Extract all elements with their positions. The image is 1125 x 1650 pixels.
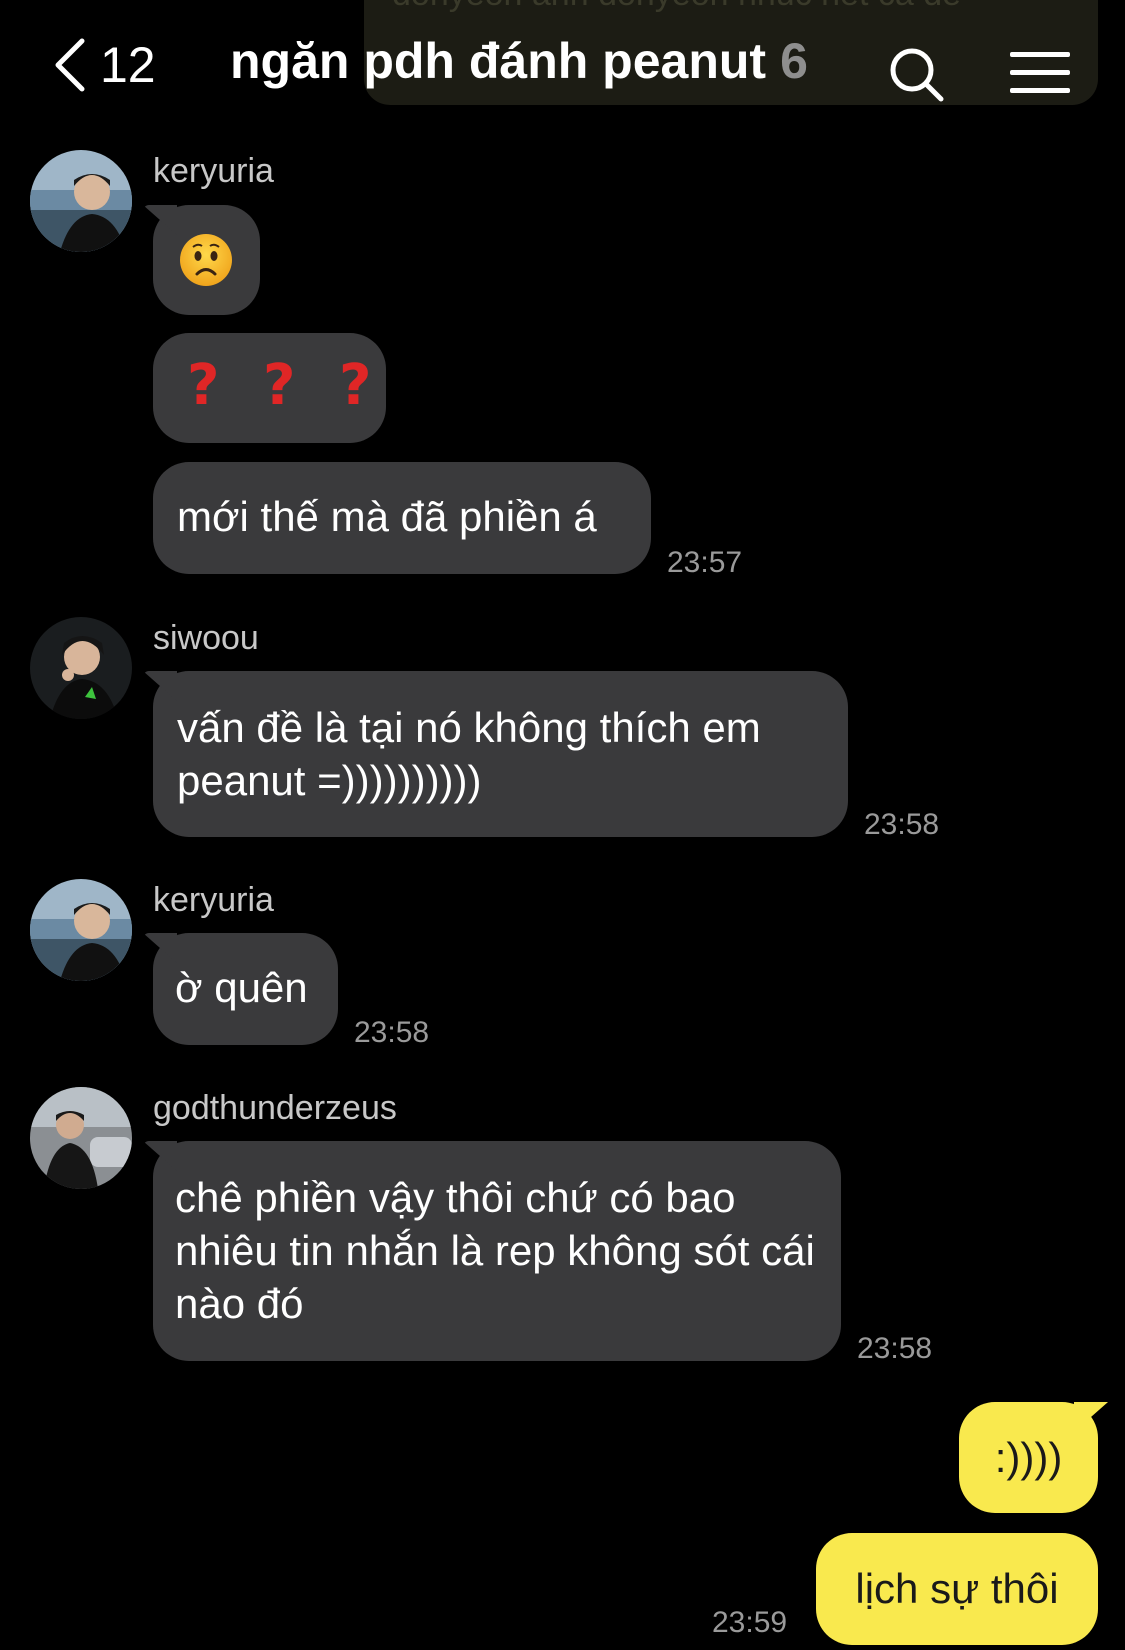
message-bubble[interactable]: ? ? ? [153, 333, 386, 443]
question-marks-text: ? ? ? [187, 353, 384, 418]
message-bubble[interactable]: mới thế mà đã phiền á [153, 462, 651, 574]
sender-name: keryuria [153, 881, 274, 919]
message-text: ờ quên [175, 964, 308, 1011]
timestamp: 23:59 [712, 1606, 788, 1639]
own-message-bubble[interactable]: lịch sự thôi [816, 1533, 1098, 1645]
back-button[interactable]: 12 [52, 30, 156, 100]
avatar-godthunderzeus[interactable] [30, 1087, 132, 1189]
menu-icon[interactable] [1008, 48, 1072, 98]
member-count: 6 [780, 33, 808, 89]
sender-name: godthunderzeus [153, 1089, 397, 1127]
own-message-bubble[interactable]: :)))) [959, 1402, 1098, 1513]
avatar-keryuria[interactable] [30, 150, 132, 252]
sender-name: siwoou [153, 619, 259, 657]
chat-title[interactable]: ngăn pdh đánh peanut 6 [230, 32, 808, 90]
message-bubble[interactable]: vấn đề là tại nó không thích em peanut =… [153, 671, 848, 837]
message-text: chê phiền vậy thôi chứ có bao nhiêu tin … [175, 1174, 815, 1327]
timestamp: 23:58 [857, 1332, 933, 1365]
message-text: :)))) [994, 1434, 1063, 1481]
message-bubble[interactable]: chê phiền vậy thôi chứ có bao nhiêu tin … [153, 1141, 841, 1361]
pinned-notice-text: donyeon anh donyeon nhuc net cả đế [392, 0, 961, 13]
timestamp: 23:58 [864, 808, 940, 841]
sender-name: keryuria [153, 152, 274, 190]
search-icon[interactable] [886, 44, 946, 104]
message-bubble[interactable]: 😟 [153, 205, 260, 315]
message-bubble[interactable]: ờ quên [153, 933, 338, 1045]
chat-title-text: ngăn pdh đánh peanut [230, 33, 767, 89]
message-text: vấn đề là tại nó không thích em peanut =… [177, 704, 761, 804]
avatar-siwoou[interactable] [30, 617, 132, 719]
timestamp: 23:58 [354, 1016, 430, 1049]
unread-count: 12 [100, 37, 156, 93]
chevron-left-icon [55, 38, 85, 92]
worried-face-emoji [180, 234, 232, 286]
avatar-keryuria[interactable] [30, 879, 132, 981]
message-text: lịch sự thôi [855, 1565, 1059, 1612]
message-text: mới thế mà đã phiền á [177, 493, 597, 540]
timestamp: 23:57 [667, 546, 743, 579]
